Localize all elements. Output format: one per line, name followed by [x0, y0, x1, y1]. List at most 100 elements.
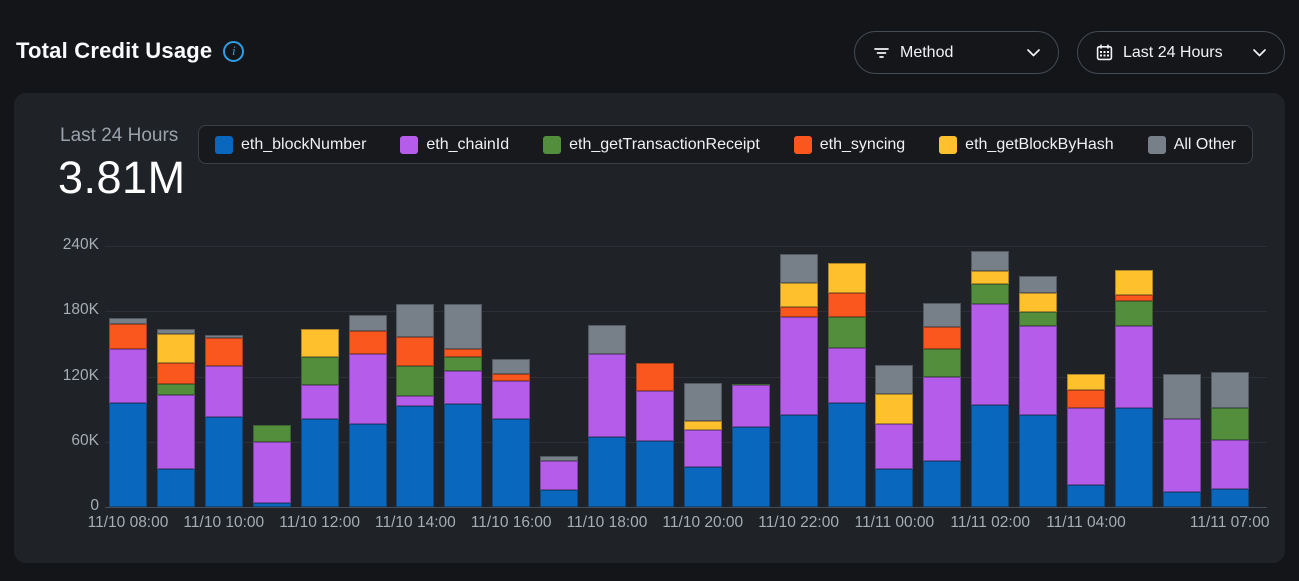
chart-bar[interactable]	[780, 254, 818, 507]
chart-bar[interactable]	[684, 383, 722, 507]
chart-bar[interactable]	[253, 425, 291, 507]
bar-segment	[1019, 312, 1057, 326]
bar-segment	[588, 354, 626, 438]
bar-segment	[1211, 440, 1249, 489]
page-header: Total Credit Usage i	[16, 38, 244, 64]
chart-bar[interactable]	[205, 335, 243, 507]
chart-bar[interactable]	[540, 456, 578, 507]
bar-segment	[444, 349, 482, 357]
chart-bar[interactable]	[301, 329, 339, 507]
bar-segment	[875, 394, 913, 424]
y-axis-tick: 60K	[14, 432, 99, 450]
chart-bar[interactable]	[157, 329, 195, 507]
header-controls: Method Last 24 Hours	[854, 31, 1285, 74]
bar-segment	[923, 349, 961, 376]
bar-segment	[396, 396, 434, 406]
bar-segment	[349, 331, 387, 354]
chart-bar[interactable]	[923, 303, 961, 507]
bar-segment	[349, 354, 387, 425]
bar-segment	[109, 349, 147, 402]
chart-bar[interactable]	[971, 251, 1009, 507]
bar-segment	[157, 363, 195, 384]
bar-segment	[1163, 374, 1201, 419]
x-axis-tick: 11/11 04:00	[1021, 514, 1151, 532]
bar-segment	[780, 283, 818, 307]
bar-segment	[492, 419, 530, 507]
bar-segment	[828, 317, 866, 349]
chart-bar[interactable]	[1115, 270, 1153, 507]
chart-bar[interactable]	[1163, 374, 1201, 507]
bar-segment	[732, 385, 770, 426]
bar-segment	[205, 338, 243, 365]
bar-segment	[636, 391, 674, 441]
chart-bar[interactable]	[1019, 276, 1057, 507]
bar-segment	[253, 425, 291, 441]
bar-segment	[1019, 415, 1057, 507]
bar-segment	[923, 461, 961, 507]
chart-bar[interactable]	[732, 384, 770, 507]
bar-segment	[1067, 390, 1105, 408]
bar-segment	[157, 469, 195, 507]
bar-segment	[971, 405, 1009, 507]
chart-bar[interactable]	[636, 363, 674, 507]
bar-segment	[1115, 326, 1153, 408]
bar-segment	[636, 441, 674, 507]
bar-segment	[684, 430, 722, 467]
bar-segment	[301, 419, 339, 507]
chart-bar[interactable]	[875, 365, 913, 507]
chart-bar[interactable]	[396, 304, 434, 507]
bar-segment	[923, 303, 961, 327]
bar-segment	[780, 307, 818, 317]
bar-segment	[444, 357, 482, 371]
bar-segment	[444, 404, 482, 507]
chart-bar[interactable]	[109, 318, 147, 507]
chevron-down-icon	[1253, 49, 1266, 57]
bar-segment	[780, 317, 818, 415]
gridline-240K	[105, 246, 1267, 247]
chart-bar[interactable]	[492, 359, 530, 507]
gridline-180K	[105, 311, 1267, 312]
bar-segment	[253, 442, 291, 503]
bar-segment	[301, 385, 339, 419]
y-axis-tick: 0	[14, 497, 99, 515]
method-filter-dropdown[interactable]: Method	[854, 31, 1059, 74]
bar-segment	[396, 337, 434, 365]
bar-segment	[1019, 276, 1057, 292]
chart-bar[interactable]	[588, 325, 626, 507]
bar-segment	[875, 365, 913, 394]
bar-segment	[636, 363, 674, 390]
bar-segment	[396, 366, 434, 396]
chart-bar[interactable]	[828, 263, 866, 507]
chart-bar[interactable]	[444, 304, 482, 507]
bar-segment	[971, 304, 1009, 405]
chart-bar[interactable]	[349, 315, 387, 507]
credit-usage-card: Last 24 Hours 3.81M eth_blockNumber eth_…	[14, 93, 1285, 563]
bar-segment	[157, 395, 195, 469]
bar-segment	[923, 327, 961, 350]
gridline-0	[105, 507, 1267, 508]
bar-segment	[157, 384, 195, 395]
time-range-dropdown[interactable]: Last 24 Hours	[1077, 31, 1285, 74]
chart-bar[interactable]	[1211, 372, 1249, 507]
chart-bar[interactable]	[1067, 374, 1105, 507]
y-axis-tick: 180K	[14, 301, 99, 319]
bar-segment	[540, 461, 578, 489]
bar-segment	[1067, 408, 1105, 485]
bar-segment	[1115, 301, 1153, 326]
y-axis-tick: 240K	[14, 236, 99, 254]
info-icon[interactable]: i	[223, 41, 244, 62]
bar-segment	[1163, 419, 1201, 492]
bar-segment	[1211, 408, 1249, 440]
bar-segment	[1211, 372, 1249, 408]
bar-segment	[684, 467, 722, 507]
bar-segment	[396, 406, 434, 507]
bar-segment	[301, 329, 339, 357]
bar-segment	[828, 403, 866, 507]
bar-segment	[109, 324, 147, 349]
bar-segment	[1115, 270, 1153, 295]
bar-segment	[780, 254, 818, 283]
time-range-label: Last 24 Hours	[1123, 44, 1243, 62]
bar-segment	[1067, 374, 1105, 389]
bar-segment	[1019, 326, 1057, 414]
usage-stacked-bar-chart: 060K120K180K240K11/10 08:0011/10 10:0011…	[14, 93, 1285, 563]
